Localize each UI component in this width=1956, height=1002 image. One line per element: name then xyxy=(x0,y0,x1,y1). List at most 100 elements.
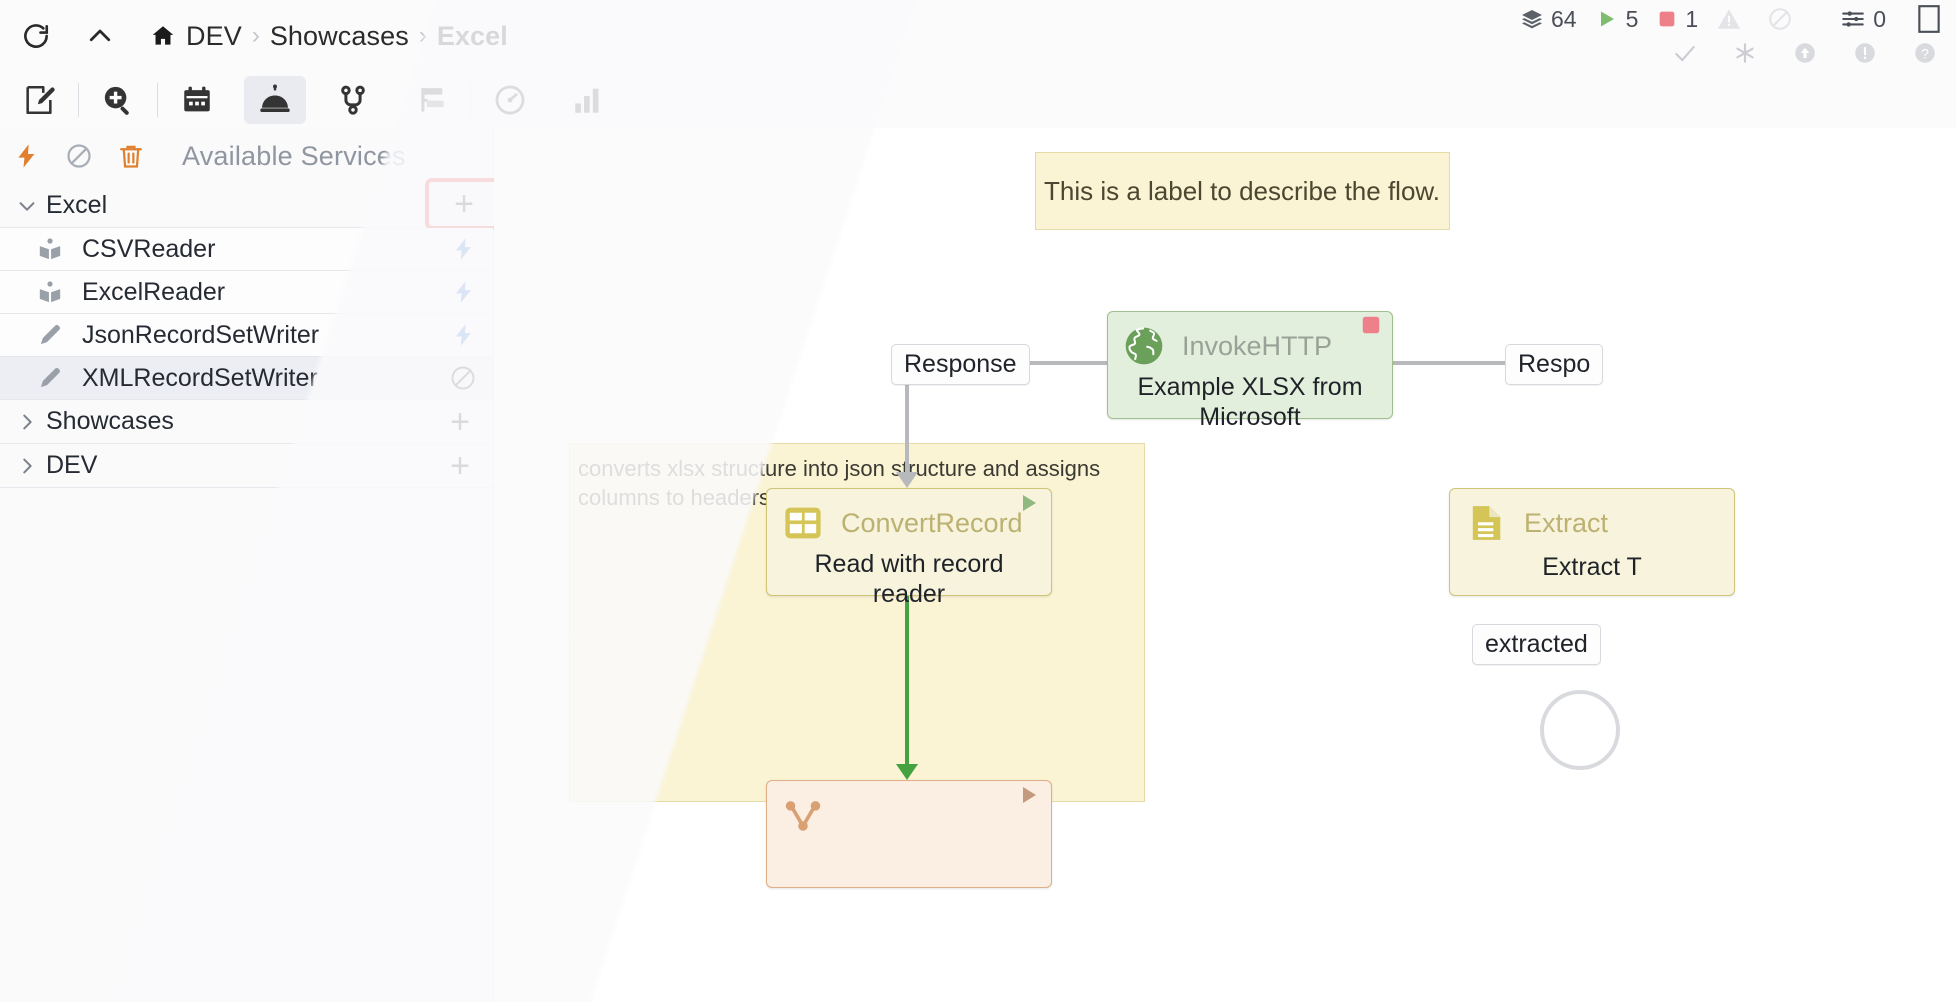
book-icon xyxy=(28,236,72,262)
add-service-button-showcases[interactable]: + xyxy=(441,405,479,439)
connection-label-extracted[interactable]: extracted xyxy=(1472,624,1601,665)
service-group-excel[interactable]: Excel + xyxy=(0,178,503,230)
service-group-label: DEV xyxy=(46,451,98,479)
chevron-right-icon xyxy=(14,411,40,433)
lightning-icon[interactable] xyxy=(451,236,477,262)
service-group-dev[interactable]: DEV + xyxy=(0,444,493,488)
asterisk-icon xyxy=(1732,40,1758,66)
service-row-csvreader[interactable]: CSVReader xyxy=(0,228,493,271)
breadcrumb-separator: › xyxy=(418,22,427,49)
disable-all-icon[interactable] xyxy=(64,142,94,170)
status-value-settings: 0 xyxy=(1873,5,1886,32)
node-header: ConvertRecord xyxy=(767,489,1051,549)
no-entry-icon[interactable] xyxy=(449,364,477,392)
lightning-icon[interactable] xyxy=(451,322,477,348)
layers-icon xyxy=(1520,7,1544,31)
status-stat-invalid xyxy=(1716,6,1749,32)
breadcrumb-item-2: Excel xyxy=(436,20,508,51)
node-body: Example XLSX from Microsoft xyxy=(1108,372,1392,442)
bar-chart-icon[interactable] xyxy=(557,76,619,124)
node-body: Read with record reader xyxy=(767,549,1051,619)
calendar-icon[interactable] xyxy=(166,76,228,124)
processor-node-convertrecord[interactable]: ConvertRecord Read with record reader xyxy=(766,488,1052,608)
add-service-button-dev[interactable]: + xyxy=(441,449,479,483)
status-value-running: 5 xyxy=(1625,5,1639,32)
service-group-showcases[interactable]: Showcases + xyxy=(0,400,493,444)
status-value-stopped: 1 xyxy=(1685,5,1699,32)
status-stat-settings: 0 xyxy=(1840,6,1886,33)
warning-triangle-icon xyxy=(1716,6,1742,32)
service-bell-icon[interactable] xyxy=(244,76,306,124)
git-branch-icon[interactable] xyxy=(322,76,384,124)
search-plus-icon[interactable] xyxy=(87,76,149,124)
node-name: Example XLSX from Microsoft xyxy=(1137,373,1363,431)
upload-circle-icon xyxy=(1792,40,1818,66)
connection-arrow-next xyxy=(896,764,918,780)
service-name: XMLRecordSetWriter xyxy=(82,363,318,392)
stop-square-icon xyxy=(1360,314,1382,341)
play-icon xyxy=(1017,491,1041,520)
node-type: Extract xyxy=(1524,507,1609,538)
chevron-down-icon xyxy=(14,195,40,217)
service-group-label: Showcases xyxy=(46,407,174,435)
decorative-ring xyxy=(1540,690,1620,770)
toolbar-divider xyxy=(470,83,471,117)
flow-status-secondary: ? xyxy=(1508,38,1942,68)
node-name: Extract T xyxy=(1542,553,1642,581)
flow-status-bar: 64 5 1 0 ? xyxy=(1508,4,1942,68)
node-type: InvokeHTTP xyxy=(1182,330,1333,361)
node-header xyxy=(767,781,1051,841)
hierarchy-icon[interactable] xyxy=(400,76,462,124)
book-icon xyxy=(28,279,72,305)
status-stat-running: 5 xyxy=(1595,5,1639,33)
connection-label-response-right[interactable]: Respo xyxy=(1505,344,1604,385)
panel-icon[interactable] xyxy=(1916,4,1942,34)
play-icon xyxy=(1595,7,1619,31)
add-service-button-excel[interactable]: + xyxy=(425,178,503,230)
toolbar-divider xyxy=(157,83,158,117)
exclamation-circle-icon xyxy=(1852,40,1878,66)
delete-icon[interactable] xyxy=(116,142,146,170)
connection-arrow-convertrecord xyxy=(896,472,918,488)
service-row-jsonrecordsetwriter[interactable]: JsonRecordSetWriter xyxy=(0,314,493,357)
node-name: Read with record reader xyxy=(814,550,1004,608)
breadcrumb-separator: › xyxy=(251,22,260,49)
table-icon xyxy=(779,499,827,547)
service-row-xmlrecordsetwriter[interactable]: XMLRecordSetWriter xyxy=(0,357,493,400)
processor-node-bottom[interactable] xyxy=(766,780,1052,888)
route-icon xyxy=(779,791,827,839)
tool-toolbar xyxy=(0,72,1956,128)
connection-label-response[interactable]: Response xyxy=(891,344,1030,385)
processor-node-extracttext[interactable]: Extract Extract T xyxy=(1449,488,1735,596)
available-services-title: Available Services xyxy=(182,140,406,171)
gauge-icon[interactable] xyxy=(479,76,541,124)
sliders-icon[interactable] xyxy=(1840,6,1866,32)
pencil-icon xyxy=(28,322,72,348)
nifi-app-window: DEV › Showcases › Excel 64 5 1 0 ? Avail… xyxy=(0,0,1956,1002)
status-stat-stopped: 1 xyxy=(1656,6,1698,33)
flow-status-counts: 64 5 1 0 xyxy=(1508,4,1942,34)
globe-icon xyxy=(1120,322,1168,370)
pencil-icon xyxy=(28,365,72,391)
available-services-panel: Available Services Excel + CSVReader Exc… xyxy=(0,128,503,1002)
service-name: JsonRecordSetWriter xyxy=(82,320,320,349)
status-stat-disabled xyxy=(1767,6,1800,32)
edit-document-icon[interactable] xyxy=(8,76,70,124)
play-icon xyxy=(1017,783,1041,812)
home-icon[interactable] xyxy=(150,23,176,49)
processor-node-invokehttp[interactable]: InvokeHTTP Example XLSX from Microsoft xyxy=(1107,311,1393,431)
refresh-icon[interactable] xyxy=(8,8,64,64)
svg-text:?: ? xyxy=(1921,45,1929,61)
breadcrumb-item-0[interactable]: DEV xyxy=(186,21,242,52)
lightning-icon[interactable] xyxy=(451,279,477,305)
service-row-excelreader[interactable]: ExcelReader xyxy=(0,271,493,314)
service-name: CSVReader xyxy=(82,234,216,263)
breadcrumb: DEV › Showcases › Excel xyxy=(150,21,508,52)
breadcrumb-item-1[interactable]: Showcases xyxy=(270,21,409,52)
node-header: Extract xyxy=(1450,489,1734,549)
flow-label-note[interactable]: This is a label to describe the flow. xyxy=(1035,152,1450,230)
navigate-up-icon[interactable] xyxy=(72,8,128,64)
check-icon xyxy=(1672,40,1698,66)
enable-all-icon[interactable] xyxy=(12,142,42,170)
question-circle-icon: ? xyxy=(1912,40,1938,66)
